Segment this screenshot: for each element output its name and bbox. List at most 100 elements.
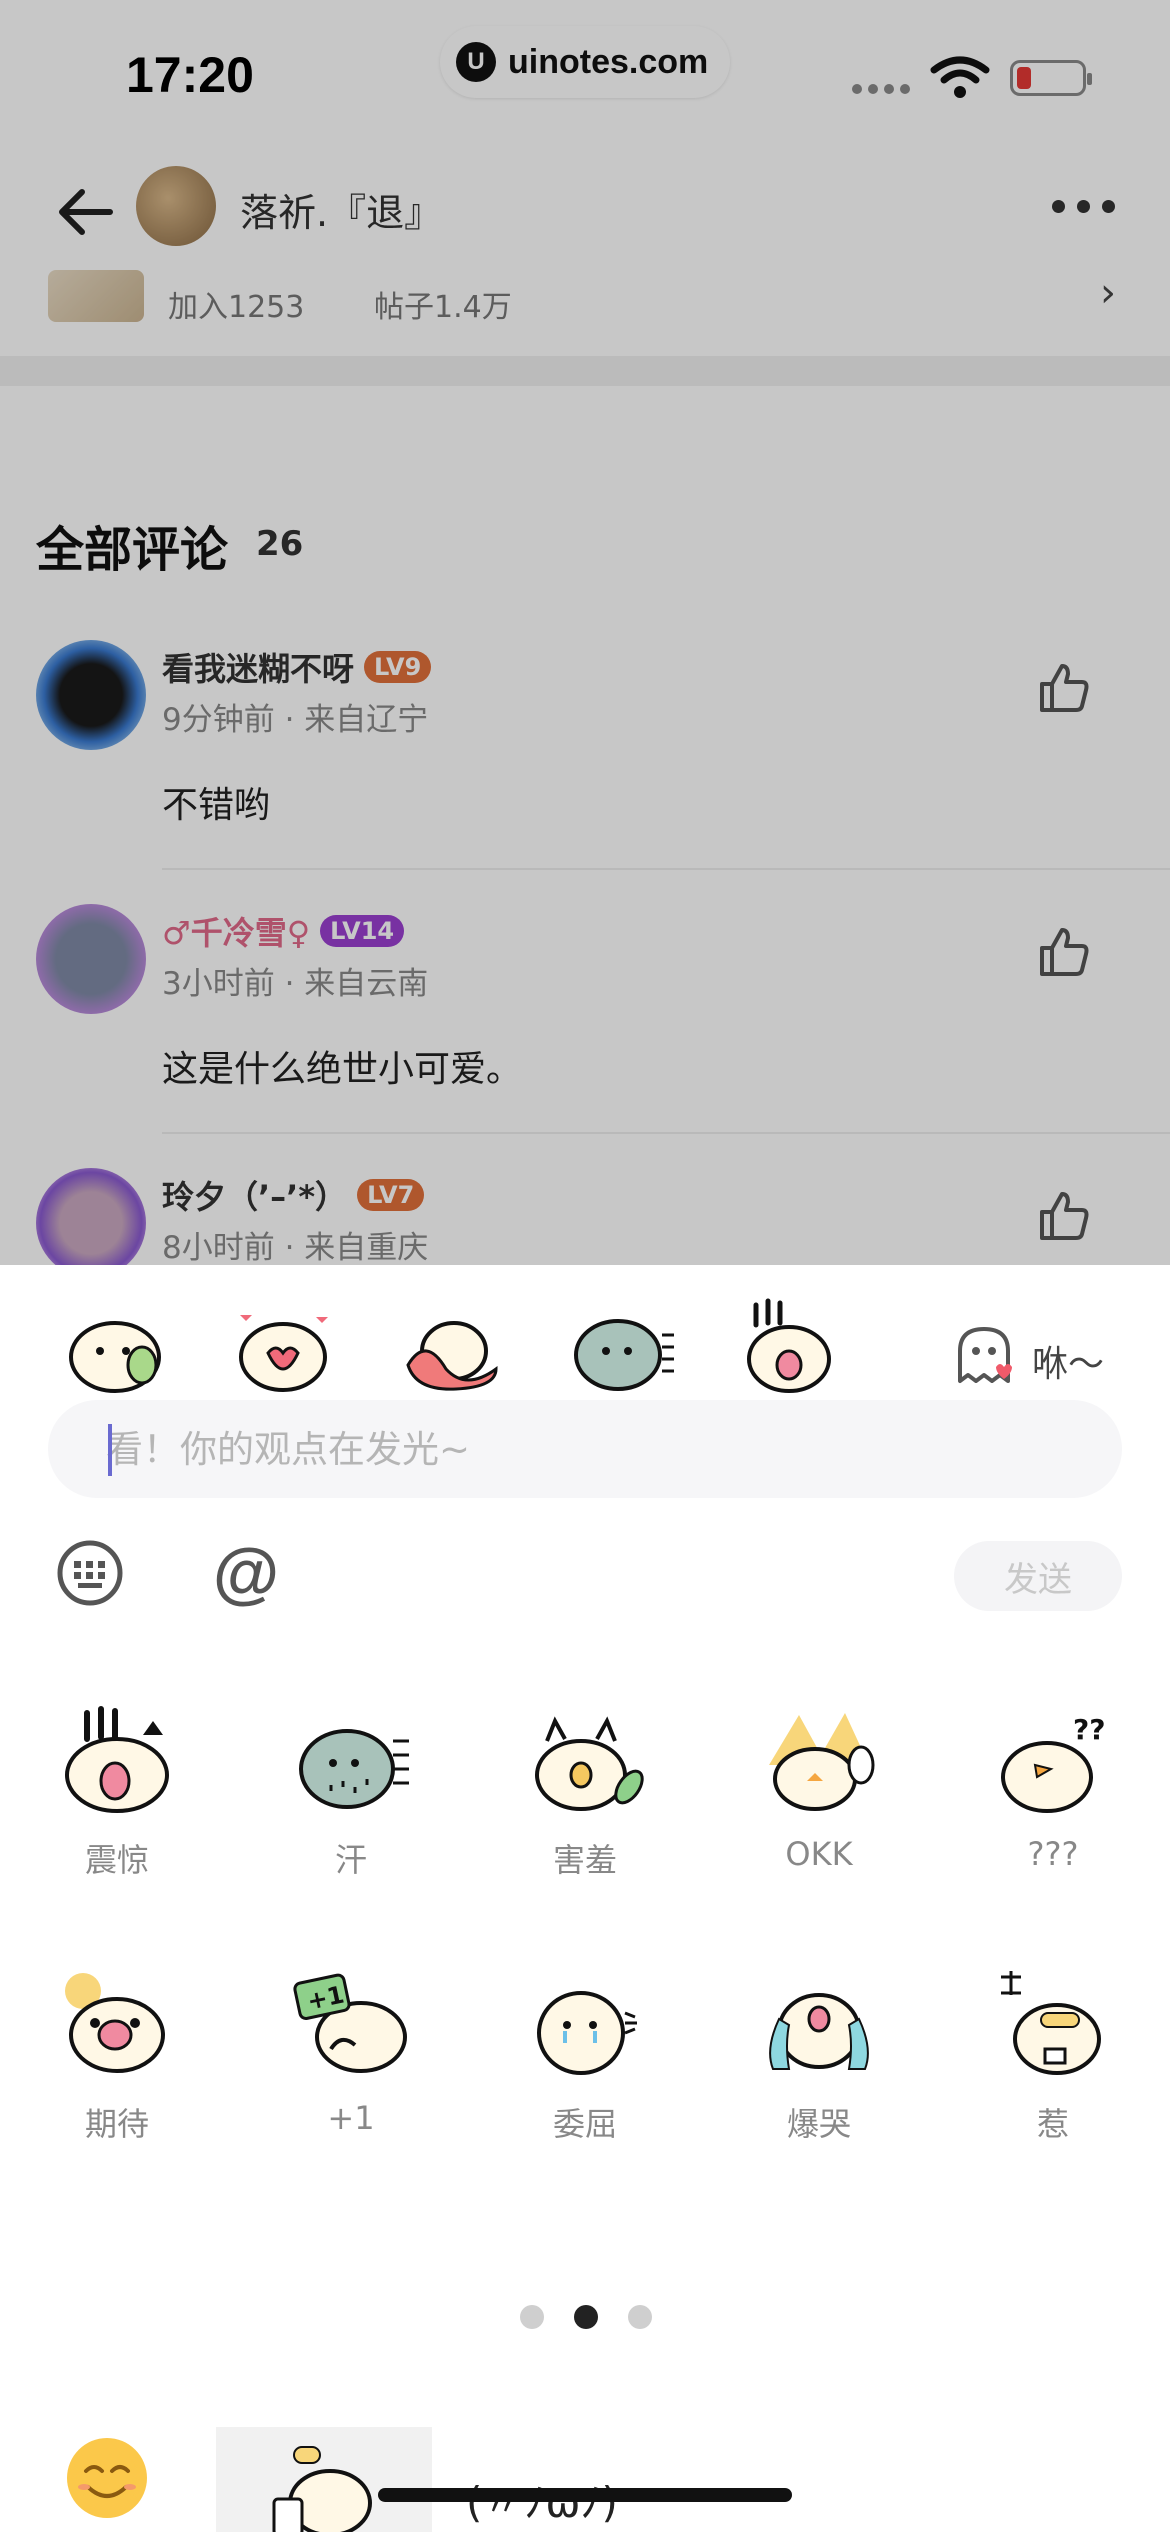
sticker-item[interactable]: 爆哭: [702, 1969, 936, 2189]
sticker-crying-icon: [769, 1993, 869, 2070]
page-dot-active[interactable]: [574, 2305, 598, 2329]
quick-sticker[interactable]: [228, 1295, 338, 1395]
quick-sticker[interactable]: [60, 1295, 170, 1395]
sticker-item[interactable]: 汗: [234, 1705, 468, 1925]
group-posts: 帖子1.4万: [374, 290, 512, 325]
back-arrow-icon[interactable]: [52, 180, 116, 244]
comment-text: 不错哟: [162, 785, 271, 826]
author-avatar[interactable]: [136, 166, 216, 246]
level-badge: LV9: [364, 651, 432, 683]
comment-divider: [162, 868, 1170, 870]
sticker-label: 爆哭: [786, 2105, 851, 2143]
mention-at-icon[interactable]: @: [210, 1537, 282, 1609]
sticker-label: 震惊: [84, 1841, 149, 1879]
group-joined: 加入1253: [168, 290, 305, 325]
emoji-category-bar: (〃ﾉωﾉ): [0, 2395, 1170, 2532]
ghost-greeting-icon[interactable]: [952, 1323, 1016, 1387]
quick-sticker-row: 咻～: [0, 1295, 1170, 1405]
group-thumbnail: [48, 270, 144, 322]
comment-input[interactable]: [106, 1427, 1006, 1471]
sticker-label: 委屈: [552, 2105, 617, 2143]
background-post: 17:20 U uinotes.com 落祈.『退』 加入1253 帖子1.4万…: [0, 0, 1170, 1265]
commenter-avatar[interactable]: [36, 1168, 146, 1265]
battery-icon: [1010, 60, 1092, 96]
keyboard-icon[interactable]: [56, 1539, 124, 1607]
sticker-label: OKK: [785, 1835, 853, 1873]
commenter-name[interactable]: 看我迷糊不呀 LV9: [162, 644, 432, 690]
home-indicator[interactable]: [378, 2488, 792, 2502]
thumbs-up-icon[interactable]: [1036, 660, 1092, 716]
sticker-item[interactable]: 惹: [936, 1969, 1170, 2189]
sticker-provoke-icon: [1001, 1971, 1101, 2075]
sticker-label: 害羞: [552, 1841, 617, 1879]
sticker-confused-icon: ??: [1001, 1713, 1105, 1813]
page-dot[interactable]: [520, 2305, 544, 2329]
sticker-okk-icon: [769, 1713, 875, 1811]
author-name[interactable]: 落祈.『退』: [240, 182, 442, 237]
commenter-name[interactable]: 玲夕（’–’*） LV7: [162, 1172, 425, 1218]
sticker-label: ???: [1027, 1835, 1079, 1873]
sticker-wronged-icon: [537, 1991, 637, 2075]
commenter-name-text: 看我迷糊不呀: [162, 650, 355, 688]
comment-composer-panel: 咻～ @ 发送 震惊: [0, 1265, 1170, 2532]
status-bar: 17:20 U uinotes.com: [0, 0, 1170, 150]
comment-meta: 3小时前 · 来自云南: [162, 966, 429, 1002]
chevron-right-icon: ›: [1100, 270, 1116, 316]
page-indicator: [520, 2305, 652, 2329]
quick-sticker[interactable]: [734, 1295, 844, 1395]
sticker-label: +1: [327, 2099, 375, 2137]
composer-toolbar: @ 发送: [0, 1525, 1170, 1625]
text-caret: [108, 1424, 112, 1476]
group-info-row[interactable]: 加入1253 帖子1.4万 ›: [0, 270, 1170, 350]
commenter-avatar[interactable]: [36, 640, 146, 750]
comment-meta: 8小时前 · 来自重庆: [162, 1230, 429, 1265]
sticker-plus-one-icon: +1: [293, 1973, 407, 2073]
sticker-shy-icon: [535, 1716, 644, 1811]
sticker-pack-icon: [272, 2446, 372, 2532]
quick-row-fade: [880, 1295, 940, 1405]
site-name: uinotes.com: [508, 42, 709, 81]
comment-meta: 9分钟前 · 来自辽宁: [162, 702, 429, 738]
svg-text:??: ??: [1073, 1713, 1105, 1746]
sticker-item[interactable]: +1 +1: [234, 1969, 468, 2189]
sticker-item[interactable]: 震惊: [0, 1705, 234, 1925]
sticker-item[interactable]: 委屈: [468, 1969, 702, 2189]
comments-count: 26: [256, 524, 304, 564]
sticker-expecting-icon: [65, 1973, 165, 2073]
top-nav: 落祈.『退』: [0, 160, 1170, 270]
comments-title: 全部评论: [36, 522, 229, 578]
sticker-item[interactable]: 期待: [0, 1969, 234, 2189]
sticker-label: 汗: [334, 1841, 367, 1879]
greeting-label[interactable]: 咻～: [1032, 1335, 1104, 1387]
comment-input-container[interactable]: [48, 1400, 1122, 1498]
cellular-signal-icon: [852, 84, 910, 94]
sticker-label: 期待: [84, 2105, 149, 2143]
thumbs-up-icon[interactable]: [1036, 1188, 1092, 1244]
smiley-emoji-icon[interactable]: [64, 2435, 150, 2521]
sticker-item[interactable]: 害羞: [468, 1705, 702, 1925]
sticker-sweat-icon: [299, 1729, 409, 1809]
quick-sticker[interactable]: [566, 1295, 676, 1395]
status-time: 17:20: [126, 47, 254, 103]
site-logo-icon: U: [456, 42, 496, 82]
quick-sticker[interactable]: [396, 1295, 506, 1395]
sticker-item[interactable]: OKK: [702, 1705, 936, 1925]
wifi-icon: [930, 56, 990, 98]
send-button[interactable]: 发送: [954, 1541, 1122, 1611]
commenter-avatar[interactable]: [36, 904, 146, 1014]
thumbs-up-icon[interactable]: [1036, 924, 1092, 980]
comment-text: 这是什么绝世小可爱。: [162, 1049, 523, 1090]
level-badge: LV14: [320, 915, 405, 947]
page-dot[interactable]: [628, 2305, 652, 2329]
level-badge: LV7: [357, 1179, 425, 1211]
section-divider: [0, 356, 1170, 386]
sticker-shocked-icon: [65, 1706, 169, 1813]
site-pill: U uinotes.com: [440, 26, 730, 98]
comment-divider: [162, 1132, 1170, 1134]
more-options-icon[interactable]: [1052, 200, 1115, 213]
commenter-name[interactable]: ♂千冷雪♀ LV14: [162, 908, 405, 954]
commenter-name-text: ♂千冷雪♀: [162, 914, 311, 952]
sticker-label: 惹: [1036, 2105, 1069, 2143]
sticker-item[interactable]: ?? ???: [936, 1705, 1170, 1925]
sticker-pack-tab-selected[interactable]: [216, 2427, 432, 2532]
